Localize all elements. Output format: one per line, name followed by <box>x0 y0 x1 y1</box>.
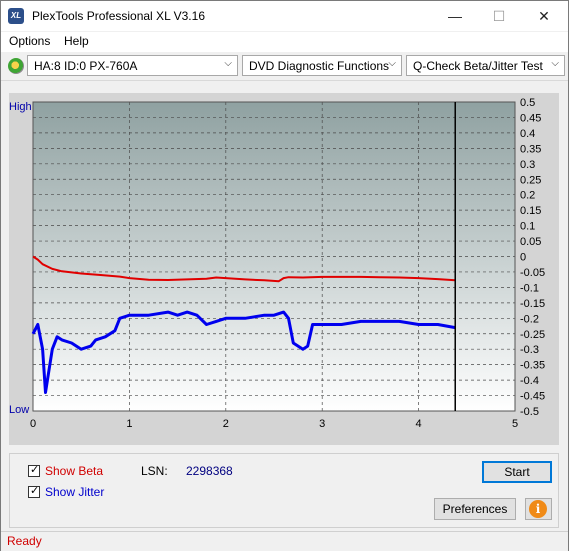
x-tick-label: 1 <box>126 418 132 430</box>
show-beta-checkbox[interactable]: ✓ <box>28 464 40 477</box>
show-beta-label[interactable]: Show Beta <box>45 464 103 478</box>
y-tick-label: 0.45 <box>520 112 541 124</box>
disc-drive-icon <box>8 58 24 74</box>
control-panel: ✓ Show Beta ✓ Show Jitter LSN: 2298368 S… <box>9 453 559 528</box>
status-bar: Ready <box>1 531 568 551</box>
y-tick-label: 0.4 <box>520 128 535 140</box>
y-tick-label: -0.5 <box>520 406 539 418</box>
test-select[interactable]: Q-Check Beta/Jitter Test ⌵ <box>406 55 565 76</box>
test-select-value: Q-Check Beta/Jitter Test <box>413 59 543 73</box>
y-tick-label: 0.3 <box>520 159 535 171</box>
axis-high-label: High <box>9 101 32 113</box>
show-jitter-label[interactable]: Show Jitter <box>45 485 104 499</box>
checkmark-icon: ✓ <box>30 485 40 497</box>
y-tick-label: 0.15 <box>520 205 541 217</box>
y-tick-label: -0.15 <box>520 298 545 310</box>
y-tick-label: 0.1 <box>520 221 535 233</box>
info-icon: i <box>529 500 547 518</box>
lsn-label: LSN: <box>141 464 168 478</box>
x-tick-label: 4 <box>416 418 422 430</box>
chevron-down-icon: ⌵ <box>224 58 232 69</box>
info-button[interactable]: i <box>525 498 552 520</box>
chevron-down-icon: ⌵ <box>388 58 396 69</box>
close-button[interactable]: ✕ <box>522 1 566 31</box>
title-bar: XL PlexTools Professional XL V3.16 — ☐ ✕ <box>1 1 568 31</box>
lsn-value: 2298368 <box>186 464 233 478</box>
function-select[interactable]: DVD Diagnostic Functions ⌵ <box>242 55 402 76</box>
y-tick-label: 0 <box>520 252 526 264</box>
checkmark-icon: ✓ <box>30 464 40 476</box>
beta-jitter-chart: 0 1 2 3 4 5 0.5 0.45 0.4 0.35 0.3 0.25 0.2 0.15 0.1 0.0… <box>9 97 545 430</box>
menu-options[interactable]: Options <box>9 34 50 48</box>
y-tick-label: -0.2 <box>520 313 539 325</box>
y-tick-label: -0.25 <box>520 329 545 341</box>
y-tick-label: -0.4 <box>520 375 539 387</box>
chevron-down-icon: ⌵ <box>551 58 559 69</box>
axis-low-label: Low <box>9 404 29 416</box>
chart-panel: 0 1 2 3 4 5 0.5 0.45 0.4 0.35 0.3 0.25 0.2 0.15 0.1 0.0… <box>9 93 559 445</box>
minimize-button[interactable]: — <box>433 1 477 31</box>
y-tick-label: -0.35 <box>520 360 545 372</box>
y-tick-label: 0.25 <box>520 174 541 186</box>
show-jitter-checkbox[interactable]: ✓ <box>28 485 40 498</box>
drive-select-value: HA:8 ID:0 PX-760A <box>34 59 138 73</box>
menu-bar: Options Help <box>1 32 568 52</box>
menu-help[interactable]: Help <box>64 34 89 48</box>
y-tick-label: 0.05 <box>520 236 541 248</box>
window-title: PlexTools Professional XL V3.16 <box>32 9 205 23</box>
drive-select[interactable]: HA:8 ID:0 PX-760A ⌵ <box>27 55 238 76</box>
y-tick-label: -0.3 <box>520 344 539 356</box>
y-tick-label: -0.05 <box>520 267 545 279</box>
function-select-value: DVD Diagnostic Functions <box>249 59 390 73</box>
y-tick-label: 0.2 <box>520 190 535 202</box>
y-tick-label: -0.1 <box>520 282 539 294</box>
status-text: Ready <box>7 534 42 548</box>
x-tick-label: 0 <box>30 418 36 430</box>
app-window: XL PlexTools Professional XL V3.16 — ☐ ✕… <box>0 0 569 551</box>
y-tick-label: 0.5 <box>520 97 535 109</box>
y-tick-label: 0.35 <box>520 143 541 155</box>
x-tick-label: 3 <box>319 418 325 430</box>
plextools-logo-icon: XL <box>8 8 24 24</box>
x-tick-label: 2 <box>223 418 229 430</box>
start-button[interactable]: Start <box>482 461 552 483</box>
x-tick-label: 5 <box>512 418 518 430</box>
maximize-button[interactable]: ☐ <box>477 1 521 31</box>
y-tick-label: -0.45 <box>520 391 545 403</box>
preferences-button[interactable]: Preferences <box>434 498 516 520</box>
toolbar: HA:8 ID:0 PX-760A ⌵ DVD Diagnostic Funct… <box>1 53 568 81</box>
